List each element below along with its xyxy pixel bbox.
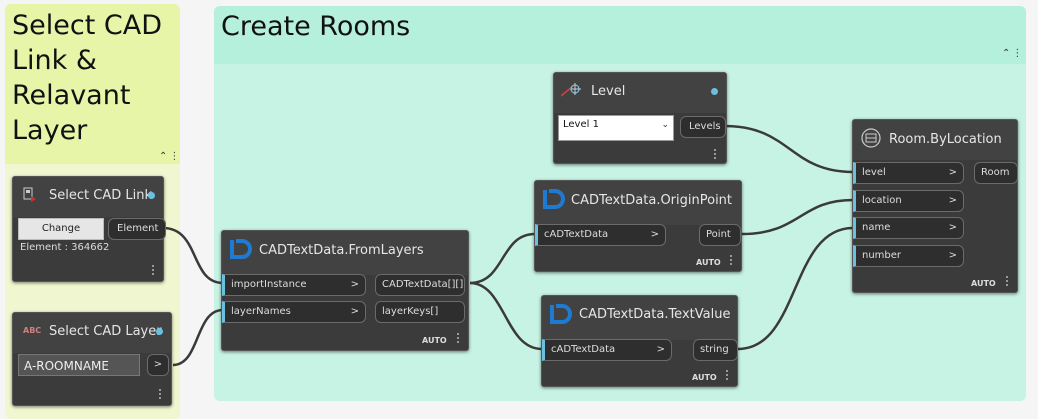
wire-string-name bbox=[737, 226, 854, 351]
input-port-location[interactable]: location > bbox=[853, 190, 964, 212]
status-dot bbox=[148, 192, 155, 199]
string-icon: ABC bbox=[23, 326, 42, 335]
output-port-string[interactable]: string bbox=[693, 339, 738, 361]
level-icon bbox=[560, 82, 583, 102]
input-port-cadtextdata[interactable]: cADTextData > bbox=[535, 224, 666, 246]
lacing-label[interactable]: AUTO bbox=[692, 373, 717, 382]
layer-value-input[interactable]: A-ROOMNAME bbox=[18, 354, 140, 376]
output-port-string[interactable]: > bbox=[147, 354, 169, 376]
output-port-layerkeys[interactable]: layerKeys[] bbox=[375, 301, 465, 323]
node-select-cad-link[interactable]: Select CAD Link Change Element Element :… bbox=[12, 176, 166, 282]
input-port-importinstance[interactable]: importInstance > bbox=[222, 274, 366, 296]
wire-layer-names bbox=[172, 308, 224, 367]
node-title: Room.ByLocation bbox=[889, 132, 1002, 147]
output-port-room[interactable]: Room bbox=[974, 162, 1018, 184]
input-port-cadtextdata[interactable]: cADTextData > bbox=[542, 339, 672, 361]
node-menu-icon[interactable] bbox=[1006, 274, 1010, 288]
node-title: CADTextData.TextValue bbox=[579, 307, 731, 322]
cad-link-icon bbox=[23, 187, 37, 207]
node-menu-icon[interactable] bbox=[714, 147, 718, 161]
status-dot bbox=[156, 328, 163, 335]
input-port-level[interactable]: level > bbox=[853, 162, 964, 184]
node-menu-icon[interactable] bbox=[159, 387, 163, 401]
lacing-label[interactable]: AUTO bbox=[422, 336, 447, 345]
node-cadtextdata-textvalue[interactable]: CADTextData.TextValue cADTextData > strin… bbox=[541, 295, 738, 387]
node-cadtextdata-fromlayers[interactable]: CADTextData.FromLayers importInstance > l… bbox=[221, 230, 469, 351]
wire-element-import bbox=[162, 226, 224, 285]
change-button[interactable]: Change bbox=[18, 218, 104, 240]
output-port-point[interactable]: Point bbox=[699, 224, 741, 246]
dynamo-icon bbox=[548, 302, 572, 330]
lacing-label[interactable]: AUTO bbox=[696, 258, 721, 267]
node-menu-icon[interactable] bbox=[730, 253, 734, 267]
dynamo-icon bbox=[228, 237, 252, 265]
lacing-label[interactable]: AUTO bbox=[971, 279, 996, 288]
node-cadtextdata-originpoint[interactable]: CADTextData.OriginPoint cADTextData > Poi… bbox=[534, 180, 742, 272]
node-level[interactable]: Level Level 1 ⌄ Levels bbox=[553, 72, 727, 164]
node-title: Select CAD Layer bbox=[49, 324, 162, 339]
node-title: CADTextData.FromLayers bbox=[259, 243, 424, 258]
input-port-layernames[interactable]: layerNames > bbox=[222, 301, 366, 323]
wire-cadtext-origin bbox=[469, 232, 536, 285]
node-room-bylocation[interactable]: Room.ByLocation level > location > name > n… bbox=[852, 119, 1018, 293]
node-menu-icon[interactable] bbox=[152, 263, 156, 277]
output-port-cadtextdata[interactable]: CADTextData[][] bbox=[375, 274, 465, 296]
wire-levels-level bbox=[724, 124, 854, 174]
output-port-element[interactable]: Element bbox=[108, 218, 166, 240]
wire-cadtext-textvalue bbox=[469, 281, 543, 351]
room-icon bbox=[861, 128, 881, 152]
wire-point-location bbox=[741, 198, 854, 236]
chevron-down-icon: ⌄ bbox=[661, 120, 669, 130]
dynamo-icon bbox=[541, 187, 565, 215]
status-dot bbox=[711, 88, 718, 95]
element-id-text: Element : 364662 bbox=[20, 242, 110, 253]
node-title: CADTextData.OriginPoint bbox=[571, 193, 733, 208]
level-dropdown[interactable]: Level 1 ⌄ bbox=[558, 115, 674, 141]
input-port-name[interactable]: name > bbox=[853, 217, 964, 239]
node-title: Select CAD Link bbox=[49, 188, 152, 203]
input-port-number[interactable]: number > bbox=[853, 245, 964, 267]
node-menu-icon[interactable] bbox=[457, 331, 461, 345]
node-menu-icon[interactable] bbox=[726, 368, 730, 382]
output-port-levels[interactable]: Levels bbox=[680, 116, 726, 138]
node-title: Level bbox=[591, 84, 626, 99]
node-select-cad-layer[interactable]: ABC Select CAD Layer A-ROOMNAME > bbox=[12, 312, 172, 406]
